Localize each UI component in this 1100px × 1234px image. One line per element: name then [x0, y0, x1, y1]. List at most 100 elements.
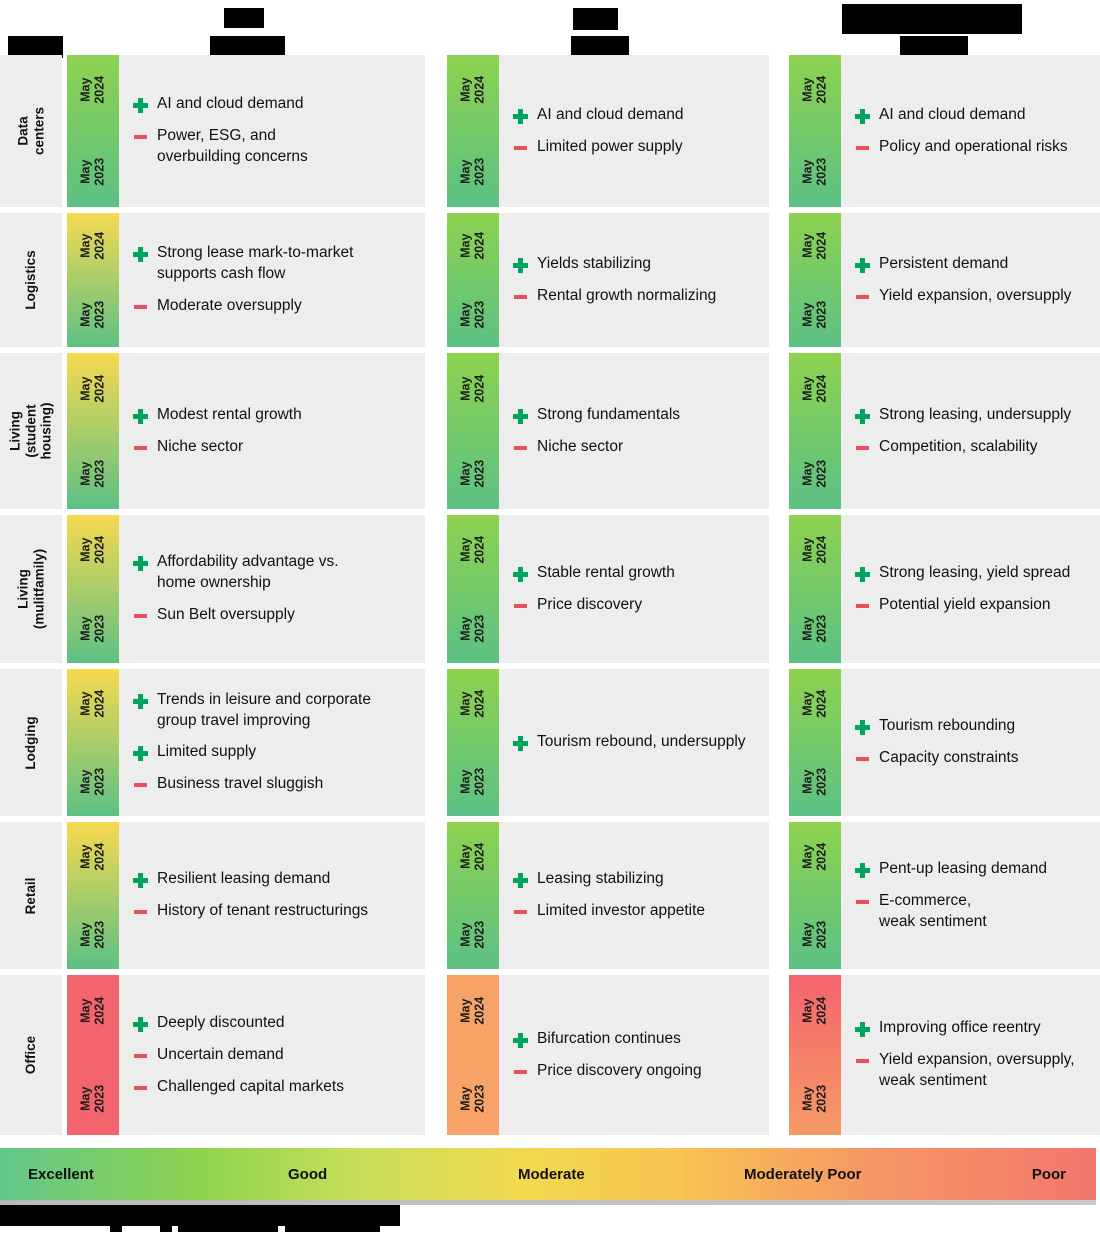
bullet-item: Strong lease mark-to-market supports cas…	[133, 243, 413, 284]
year-label-2023: May 2023	[78, 614, 106, 643]
bullet-text: Price discovery ongoing	[537, 1061, 702, 1079]
year-label-2024: May 2024	[800, 535, 828, 564]
cell-bullet-panel: Leasing stabilizing Limited investor appe…	[499, 822, 769, 969]
matrix-cell: May 2024 May 2023 Yields stabilizing Rental…	[447, 213, 769, 347]
plus-icon	[133, 553, 148, 573]
redaction-block-5	[842, 4, 1022, 34]
plus-icon	[133, 743, 148, 763]
year-label-2023: May 2023	[800, 459, 828, 488]
row-label-cell: Retail	[0, 822, 62, 969]
bullet-text: Power, ESG, and overbuilding concerns	[157, 127, 308, 165]
row-label-text: Lodging	[23, 715, 39, 770]
cell-bullet-panel: Improving office reentry Yield expansion,…	[841, 975, 1100, 1135]
bullet-item: Improving office reentry	[855, 1018, 1100, 1039]
bullet-item: Yield expansion, oversupply, weak sentim…	[855, 1050, 1100, 1091]
year-label-2024: May 2024	[458, 76, 486, 104]
row-label-text: Logistics	[23, 250, 39, 310]
year-label-2024: May 2024	[458, 374, 486, 403]
bullet-item: Stable rental growth	[513, 563, 757, 584]
bullet-text: Modest rental growth	[157, 405, 302, 423]
bullet-text: Yield expansion, oversupply	[879, 286, 1072, 304]
rating-gradient-bar: May 2024 May 2023	[67, 975, 119, 1135]
footer-redaction-block-2	[160, 1220, 172, 1232]
row-label-cell: Logistics	[0, 213, 62, 347]
rating-gradient-bar: May 2024 May 2023	[447, 822, 499, 969]
matrix-row: Office May 2024 May 2023 Deeply discounted U…	[0, 975, 1100, 1135]
bullet-item: Competition, scalability	[855, 437, 1100, 458]
plus-icon	[855, 255, 870, 275]
year-label-2023: May 2023	[800, 1084, 828, 1113]
bullet-item: Trends in leisure and corporate group tr…	[133, 690, 413, 731]
row-label-cell: Office	[0, 975, 62, 1135]
bullet-item: Business travel sluggish	[133, 774, 413, 795]
bullet-item: Strong leasing, undersupply	[855, 405, 1100, 426]
matrix-cell: May 2024 May 2023 AI and cloud demand Limit…	[447, 55, 769, 207]
bullet-item: AI and cloud demand	[133, 94, 413, 115]
bullet-item: Niche sector	[513, 437, 757, 458]
year-label-2023: May 2023	[458, 300, 486, 329]
bullet-item: Tourism rebound, undersupply	[513, 732, 757, 753]
bullet-item: Uncertain demand	[133, 1045, 413, 1066]
rating-gradient-bar: May 2024 May 2023	[67, 55, 119, 207]
legend-label: Moderately Poor	[744, 1165, 862, 1183]
bullet-item: Sun Belt oversupply	[133, 605, 413, 626]
matrix-cell: May 2024 May 2023 Strong leasing, undersup…	[789, 353, 1100, 509]
matrix-cell: May 2024 May 2023 Improving office reentry…	[789, 975, 1100, 1135]
year-label-2024: May 2024	[78, 231, 106, 260]
bullet-text: Potential yield expansion	[879, 595, 1051, 613]
bullet-text: Niche sector	[537, 437, 624, 455]
row-label-text: Retail	[23, 877, 39, 914]
year-label-2023: May 2023	[78, 459, 106, 488]
matrix-cell: May 2024 May 2023 Persistent demand Yield e…	[789, 213, 1100, 347]
plus-icon	[855, 860, 870, 880]
minus-icon	[513, 902, 528, 922]
rating-gradient-bar: May 2024 May 2023	[67, 515, 119, 663]
cell-bullet-panel: Tourism rebound, undersupply	[499, 669, 769, 816]
plus-icon	[133, 244, 148, 264]
cell-bullet-panel: Bifurcation continues Price discovery ong…	[499, 975, 769, 1135]
rating-gradient-bar: May 2024 May 2023	[447, 213, 499, 347]
rating-scale-legend: Excellent Good Moderate Moderately Poor Poor	[0, 1148, 1096, 1200]
bullet-text: Leasing stabilizing	[537, 870, 664, 887]
bullet-item: Price discovery ongoing	[513, 1061, 757, 1082]
year-label-2024: May 2024	[458, 535, 486, 564]
minus-icon	[133, 902, 148, 922]
legend-label: Excellent	[28, 1165, 94, 1183]
bullet-item: Persistent demand	[855, 254, 1100, 275]
bullet-text: Challenged capital markets	[157, 1077, 344, 1095]
plus-icon	[855, 406, 870, 426]
bullet-text: Strong fundamentals	[537, 405, 681, 423]
minus-icon	[133, 775, 148, 795]
bullet-text: Strong lease mark-to-market supports cas…	[157, 244, 354, 282]
cell-bullet-panel: Affordability advantage vs. home ownersh…	[119, 515, 425, 663]
rating-gradient-bar: May 2024 May 2023	[447, 55, 499, 207]
rating-gradient-bar: May 2024 May 2023	[789, 353, 841, 509]
matrix-cell: May 2024 May 2023 Bifurcation continues Pri…	[447, 975, 769, 1135]
plus-icon	[133, 870, 148, 890]
bullet-item: Affordability advantage vs. home ownersh…	[133, 552, 413, 593]
year-label-2024: May 2024	[78, 997, 106, 1026]
year-label-2024: May 2024	[800, 374, 828, 403]
bullet-item: Price discovery	[513, 595, 757, 616]
year-label-2023: May 2023	[458, 767, 486, 796]
bullet-item: Yields stabilizing	[513, 254, 757, 275]
rating-gradient-bar: May 2024 May 2023	[67, 353, 119, 509]
bullet-item: Policy and operational risks	[855, 137, 1100, 158]
bullet-text: Sun Belt oversupply	[157, 605, 295, 623]
sector-outlook-matrix: Data centers May 2024 May 2023 AI and cloud…	[0, 55, 1100, 1140]
bullet-text: Tourism rebounding	[879, 717, 1016, 734]
legend-label: Good	[288, 1165, 328, 1183]
year-label-2023: May 2023	[78, 1084, 106, 1113]
bullet-text: Tourism rebound, undersupply	[537, 733, 746, 750]
cell-bullet-panel: Strong leasing, yield spread Potential yi…	[841, 515, 1100, 663]
legend-label: Poor	[1031, 1165, 1066, 1183]
year-label-2024: May 2024	[458, 231, 486, 260]
bullet-text: AI and cloud demand	[157, 95, 304, 113]
year-label-2023: May 2023	[78, 767, 106, 796]
minus-icon	[133, 297, 148, 317]
rating-gradient-bar: May 2024 May 2023	[789, 822, 841, 969]
matrix-cell: May 2024 May 2023 Tourism rebound, undersu…	[447, 669, 769, 816]
bullet-item: Yield expansion, oversupply	[855, 286, 1100, 307]
rating-gradient-bar: May 2024 May 2023	[447, 353, 499, 509]
rating-gradient-bar: May 2024 May 2023	[789, 55, 841, 207]
